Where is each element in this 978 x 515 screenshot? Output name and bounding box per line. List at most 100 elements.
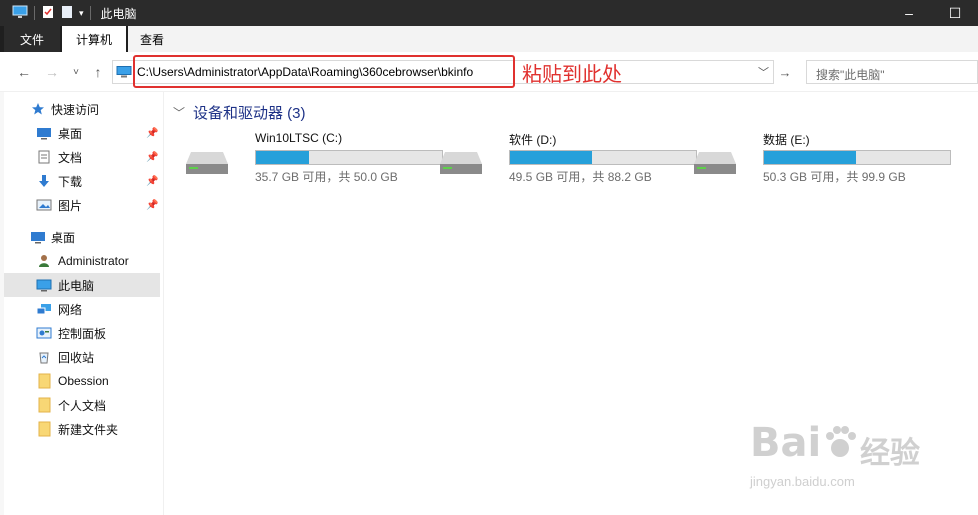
drive-space-info: 49.5 GB 可用，共 88.2 GB bbox=[509, 170, 652, 184]
drive-usage-fill bbox=[510, 151, 592, 164]
sidebar-item-label: 快速访问 bbox=[51, 102, 100, 117]
ribbon-background bbox=[176, 26, 978, 52]
sidebar-item-label: 图片 bbox=[58, 198, 83, 213]
annotation-text: 粘贴到此处 bbox=[522, 64, 622, 86]
sidebar-item-label: Administrator bbox=[58, 254, 129, 268]
watermark-url: jingyan.baidu.com bbox=[750, 474, 855, 489]
window-controls: – ☐ bbox=[886, 0, 978, 26]
documents-icon bbox=[36, 150, 52, 164]
drive-item[interactable]: Win10LTSC (C:) 35.7 GB 可用，共 50.0 GB bbox=[185, 128, 443, 184]
recycle-bin-icon bbox=[36, 350, 52, 364]
watermark: Bai 经验 jingyan.baidu.com bbox=[750, 412, 930, 502]
sidebar-item-label: Obession bbox=[58, 374, 109, 388]
toolbar-separator bbox=[89, 6, 91, 20]
toolbar-separator bbox=[34, 6, 35, 20]
drive-space-info: 50.3 GB 可用，共 99.9 GB bbox=[763, 170, 906, 184]
chevron-down-icon[interactable]: ﹀ bbox=[758, 64, 769, 80]
sidebar-item-control-panel[interactable]: 控制面板 bbox=[4, 321, 160, 345]
sidebar-item-network[interactable]: 网络 bbox=[4, 297, 160, 321]
hard-drive-icon bbox=[185, 148, 229, 176]
computer-icon bbox=[116, 66, 132, 78]
sidebar-item-desktop[interactable]: 桌面 bbox=[4, 225, 160, 249]
up-button[interactable]: ↑ bbox=[88, 62, 108, 82]
tab-view[interactable]: 查看 bbox=[128, 26, 176, 52]
drive-usage-bar bbox=[255, 150, 443, 165]
sidebar-item-recycle-bin[interactable]: 回收站 bbox=[4, 345, 160, 369]
pin-icon[interactable]: 📌 bbox=[146, 176, 158, 187]
search-input[interactable]: 搜索"此电脑" bbox=[806, 60, 978, 84]
drive-item[interactable]: 软件 (D:) 49.5 GB 可用，共 88.2 GB bbox=[439, 128, 697, 184]
forward-button[interactable]: → bbox=[42, 62, 62, 82]
back-button[interactable]: ← bbox=[14, 62, 34, 82]
folder-icon bbox=[36, 421, 52, 437]
title-bar: ▾ 此电脑 – ☐ bbox=[0, 0, 978, 26]
group-title: 设备和驱动器 (3) bbox=[193, 105, 306, 122]
tab-computer[interactable]: 计算机 bbox=[62, 26, 126, 52]
sidebar-item-label: 回收站 bbox=[58, 350, 95, 365]
sidebar-item-label: 桌面 bbox=[51, 230, 76, 245]
hard-drive-icon bbox=[439, 148, 483, 176]
sidebar-item-label: 新建文件夹 bbox=[58, 422, 119, 437]
sidebar-item-label: 此电脑 bbox=[58, 278, 95, 293]
pin-icon[interactable]: 📌 bbox=[146, 152, 158, 163]
sidebar-item-this-pc[interactable]: 此电脑 bbox=[4, 273, 160, 297]
user-icon bbox=[36, 254, 52, 268]
sidebar-item-personal-docs[interactable]: 个人文档 bbox=[4, 393, 160, 417]
quick-access-toolbar: ▾ 此电脑 bbox=[12, 4, 137, 22]
watermark-brand: Bai bbox=[750, 420, 822, 466]
desktop-icon bbox=[30, 230, 46, 244]
sidebar-item-label: 个人文档 bbox=[58, 398, 107, 413]
sidebar-item-obession[interactable]: Obession bbox=[4, 369, 160, 393]
tab-file[interactable]: 文件 bbox=[4, 26, 60, 52]
sidebar-item-desktop-pinned[interactable]: 桌面 📌 bbox=[4, 121, 160, 145]
sidebar-item-label: 控制面板 bbox=[58, 326, 107, 341]
sidebar-item-quick-access[interactable]: 快速访问 bbox=[4, 97, 160, 121]
window-title: 此电脑 bbox=[100, 6, 137, 21]
pin-icon[interactable]: 📌 bbox=[146, 128, 158, 139]
navigation-pane: 快速访问 桌面 📌 文档 📌 下载 📌 图片 📌 桌面 Administrato… bbox=[4, 92, 164, 515]
drive-usage-fill bbox=[256, 151, 310, 164]
properties-icon[interactable] bbox=[41, 5, 55, 22]
folder-icon bbox=[36, 373, 52, 389]
customize-toolbar-icon[interactable]: ▾ bbox=[79, 8, 84, 19]
drive-space-info: 35.7 GB 可用，共 50.0 GB bbox=[255, 170, 398, 184]
ribbon-tabs: 文件 计算机 查看 bbox=[0, 26, 978, 52]
pictures-icon bbox=[36, 198, 52, 212]
computer-icon bbox=[36, 278, 52, 292]
control-panel-icon bbox=[36, 326, 52, 340]
new-folder-icon[interactable] bbox=[61, 5, 73, 22]
drive-usage-bar bbox=[509, 150, 697, 165]
pin-icon[interactable]: 📌 bbox=[146, 200, 158, 211]
computer-icon bbox=[12, 5, 28, 22]
drive-usage-bar bbox=[763, 150, 951, 165]
watermark-brand-cn: 经验 bbox=[860, 436, 920, 471]
minimize-button[interactable]: – bbox=[886, 0, 932, 26]
drive-item[interactable]: 数据 (E:) 50.3 GB 可用，共 99.9 GB bbox=[693, 128, 951, 184]
drive-name: 软件 (D:) bbox=[509, 133, 557, 147]
sidebar-item-administrator[interactable]: Administrator bbox=[4, 249, 160, 273]
recent-locations-button[interactable]: ˅ bbox=[66, 62, 86, 82]
desktop-icon bbox=[36, 126, 52, 140]
sidebar-item-label: 文档 bbox=[58, 150, 83, 165]
drive-usage-fill bbox=[764, 151, 857, 164]
chevron-down-icon[interactable]: ﹀ bbox=[173, 104, 185, 121]
paw-icon bbox=[820, 422, 860, 465]
sidebar-item-new-folder[interactable]: 新建文件夹 bbox=[4, 417, 160, 441]
sidebar-item-label: 下载 bbox=[58, 174, 83, 189]
drive-name: Win10LTSC (C:) bbox=[255, 131, 343, 145]
sidebar-item-label: 网络 bbox=[58, 302, 83, 317]
sidebar-item-pictures[interactable]: 图片 📌 bbox=[4, 193, 160, 217]
download-icon bbox=[36, 174, 52, 188]
folder-icon bbox=[36, 397, 52, 413]
star-icon bbox=[30, 102, 46, 116]
drive-name: 数据 (E:) bbox=[763, 133, 810, 147]
maximize-button[interactable]: ☐ bbox=[932, 0, 978, 26]
go-button[interactable]: → bbox=[776, 64, 794, 80]
hard-drive-icon bbox=[693, 148, 737, 176]
group-header[interactable]: ﹀ 设备和驱动器 (3) bbox=[173, 102, 306, 123]
sidebar-item-label: 桌面 bbox=[58, 126, 83, 141]
search-placeholder: 搜索"此电脑" bbox=[816, 68, 885, 82]
sidebar-item-downloads[interactable]: 下载 📌 bbox=[4, 169, 160, 193]
annotation-highlight-box bbox=[133, 55, 515, 88]
sidebar-item-documents[interactable]: 文档 📌 bbox=[4, 145, 160, 169]
